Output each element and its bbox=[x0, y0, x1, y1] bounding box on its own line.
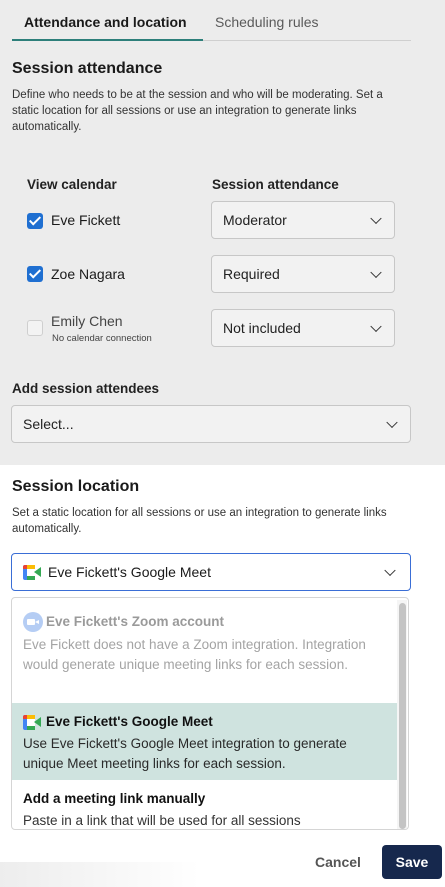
save-button[interactable]: Save bbox=[382, 845, 442, 879]
footer-shade bbox=[0, 862, 200, 887]
location-options-dropdown: Eve Fickett's Zoom account Eve Fickett d… bbox=[11, 597, 409, 830]
attendance-select-emily-chen[interactable]: Not included bbox=[211, 309, 395, 347]
tab-bar: Attendance and location Scheduling rules bbox=[12, 0, 411, 41]
dropdown-scrollbar[interactable] bbox=[399, 603, 406, 829]
checkbox-emily-chen[interactable] bbox=[27, 320, 43, 336]
tab-attendance-and-location[interactable]: Attendance and location bbox=[12, 14, 203, 41]
google-meet-icon bbox=[23, 715, 41, 730]
chevron-down-icon bbox=[386, 416, 398, 429]
no-calendar-connection-note: No calendar connection bbox=[52, 333, 152, 344]
attendance-select-zoe-nagara[interactable]: Required bbox=[211, 255, 395, 293]
session-location-title: Session location bbox=[12, 478, 140, 495]
session-location-description: Set a static location for all sessions o… bbox=[12, 507, 387, 535]
cancel-button[interactable]: Cancel bbox=[303, 847, 373, 877]
session-location-select-value: Eve Fickett's Google Meet bbox=[48, 564, 211, 580]
option-description: Use Eve Fickett's Google Meet integratio… bbox=[23, 736, 347, 771]
attendance-select-value: Not included bbox=[223, 320, 301, 336]
chevron-down-icon bbox=[370, 266, 382, 279]
google-meet-icon bbox=[23, 565, 41, 580]
view-calendar-header: View calendar bbox=[27, 177, 117, 192]
add-session-attendees-select[interactable]: Select... bbox=[11, 405, 411, 443]
option-description: Paste in a link that will be used for al… bbox=[23, 813, 301, 828]
option-title: Add a meeting link manually bbox=[23, 791, 206, 806]
checkbox-eve-fickett[interactable] bbox=[27, 213, 43, 229]
option-description: Eve Fickett does not have a Zoom integra… bbox=[23, 637, 366, 672]
option-zoom-account: Eve Fickett's Zoom account Eve Fickett d… bbox=[12, 598, 397, 703]
option-add-link-manually[interactable]: Add a meeting link manually Paste in a l… bbox=[12, 780, 397, 829]
checkbox-zoe-nagara[interactable] bbox=[27, 266, 43, 282]
option-title: Eve Fickett's Google Meet bbox=[46, 714, 213, 729]
add-session-attendees-label: Add session attendees bbox=[12, 381, 160, 396]
tab-scheduling-rules[interactable]: Scheduling rules bbox=[215, 14, 319, 30]
attendee-name-emily-chen: Emily Chen bbox=[51, 313, 123, 329]
attendee-name-eve-fickett: Eve Fickett bbox=[51, 212, 121, 228]
session-attendance-title: Session attendance bbox=[12, 60, 163, 77]
session-attendance-header: Session attendance bbox=[212, 177, 339, 192]
zoom-icon bbox=[23, 612, 43, 632]
chevron-down-icon bbox=[370, 320, 382, 333]
option-title: Eve Fickett's Zoom account bbox=[46, 614, 225, 629]
session-location-select[interactable]: Eve Fickett's Google Meet bbox=[11, 553, 411, 591]
session-attendance-description: Define who needs to be at the session an… bbox=[12, 89, 383, 133]
chevron-down-icon bbox=[370, 212, 382, 225]
attendance-select-value: Required bbox=[223, 266, 280, 282]
chevron-down-icon bbox=[384, 564, 396, 577]
attendance-select-value: Moderator bbox=[223, 212, 287, 228]
option-google-meet[interactable]: Eve Fickett's Google Meet Use Eve Ficket… bbox=[12, 703, 397, 780]
attendees-select-placeholder: Select... bbox=[23, 416, 74, 432]
attendance-select-eve-fickett[interactable]: Moderator bbox=[211, 201, 395, 239]
attendee-name-zoe-nagara: Zoe Nagara bbox=[51, 266, 125, 282]
